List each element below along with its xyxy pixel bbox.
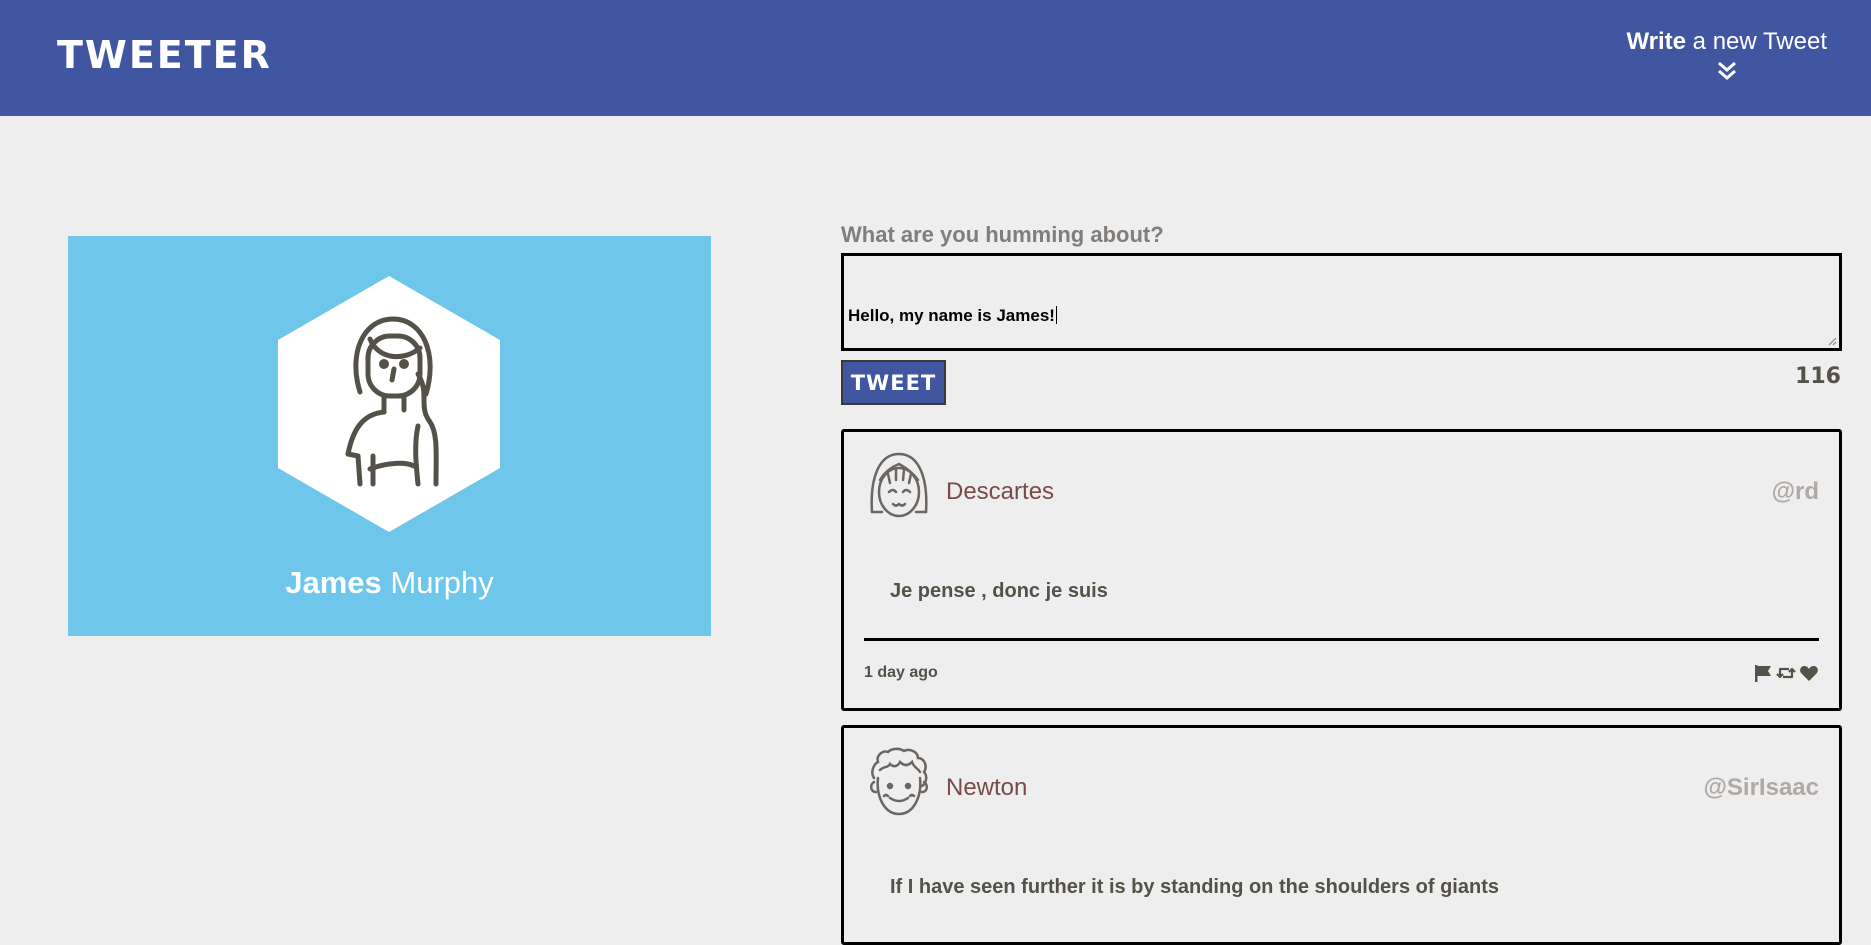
profile-name: James Murphy (68, 565, 711, 601)
tweet-author-name[interactable]: Descartes (946, 478, 1054, 506)
tweet-author-handle[interactable]: @rd (1772, 478, 1819, 506)
tweet-author-handle[interactable]: @SirIsaac (1704, 774, 1819, 802)
retweet-icon[interactable] (1776, 663, 1796, 683)
tweet-card: Descartes @rd Je pense , donc je suis 1 … (841, 429, 1842, 711)
tweet-author-name[interactable]: Newton (946, 774, 1027, 802)
tweet-textarea[interactable]: Hello, my name is James! (841, 253, 1842, 351)
top-nav: TWEETER Write a new Tweet (0, 0, 1871, 116)
text-caret (1055, 306, 1057, 324)
write-new-tweet-toggle[interactable]: Write a new Tweet (1626, 28, 1827, 82)
profile-avatar-hexagon (278, 276, 500, 532)
profile-first-name: James (285, 565, 382, 600)
tweet-timestamp: 1 day ago (864, 664, 938, 681)
tweet-actions (1753, 663, 1819, 683)
curly-hair-avatar-icon (870, 747, 928, 816)
resize-grip-icon[interactable] (1827, 336, 1837, 346)
girl-avatar-icon (870, 452, 928, 518)
woman-avatar-icon (345, 316, 439, 487)
tweet-textarea-value[interactable]: Hello, my name is James! (848, 306, 1057, 326)
compose-label: What are you humming about? (841, 222, 1164, 247)
tweet-divider (864, 638, 1819, 641)
heart-icon[interactable] (1799, 663, 1819, 683)
write-rest-text: a new Tweet (1686, 28, 1827, 55)
tweet-submit-button[interactable]: TWEET (841, 360, 946, 405)
tweet-content: If I have seen further it is by standing… (890, 876, 1499, 898)
app-logo[interactable]: TWEETER (57, 33, 272, 77)
write-new-tweet-label[interactable]: Write a new Tweet (1626, 28, 1827, 56)
tweet-card: Newton @SirIsaac If I have seen further … (841, 725, 1842, 945)
char-counter: 116 (1795, 364, 1841, 389)
write-strong-text: Write (1626, 28, 1687, 55)
flag-icon[interactable] (1753, 663, 1773, 683)
profile-card: James Murphy (68, 236, 711, 636)
double-chevron-down-icon[interactable] (1716, 60, 1738, 82)
tweet-content: Je pense , donc je suis (890, 580, 1108, 602)
profile-last-name: Murphy (390, 565, 494, 600)
tweet-text: Hello, my name is James! (848, 306, 1055, 325)
